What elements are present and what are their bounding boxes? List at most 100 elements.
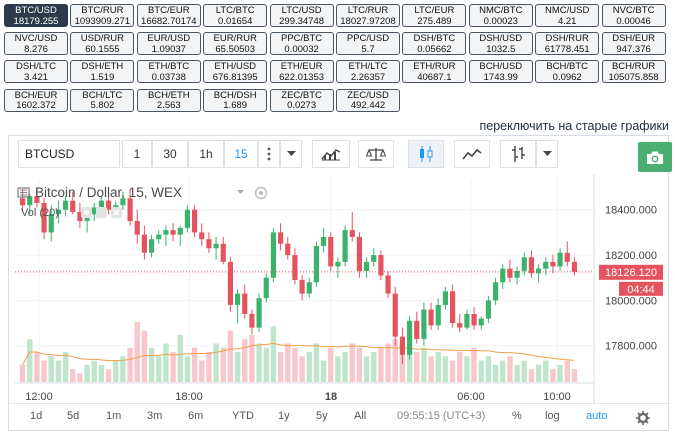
volume-settings-icon[interactable] — [96, 207, 107, 218]
pair-button[interactable]: LTC/EUR 275.489 — [402, 4, 467, 27]
pair-button[interactable]: DSH/EUR 947.376 — [601, 32, 666, 56]
pair-button[interactable]: ETH/RUR 40687.1 — [402, 60, 467, 84]
volume-bar — [48, 356, 54, 382]
candles-style-button[interactable] — [408, 140, 444, 168]
auto-toggle[interactable]: auto — [586, 410, 607, 422]
price-chart[interactable]: 18400.000 18200.000 18000.000 17800.000 12:… — [9, 174, 670, 404]
bars-style-button[interactable] — [500, 140, 536, 168]
settings-gear-icon[interactable] — [636, 411, 650, 425]
candle — [471, 307, 477, 330]
pair-name: NMC/BTC — [479, 6, 523, 16]
volume-bar — [285, 343, 291, 382]
pair-button[interactable]: ETH/BTC 0.03738 — [136, 60, 201, 84]
pair-button[interactable]: BTC/EUR 16682.70174 — [136, 4, 201, 27]
volume-eye-icon[interactable] — [81, 207, 92, 218]
range-3m[interactable]: 3m — [147, 410, 162, 422]
range-1y[interactable]: 1y — [278, 410, 290, 422]
pair-button[interactable]: LTC/RUR 18027.97208 — [336, 4, 400, 27]
pair-button[interactable]: BTC/RUR 1093909.271 — [70, 4, 135, 27]
interval-15[interactable]: 15 — [224, 140, 258, 168]
pair-button[interactable]: DSH/USD 1032.5 — [468, 32, 533, 56]
interval-dropdown-button[interactable] — [280, 140, 302, 168]
pair-button[interactable]: DSH/BTC 0.05662 — [402, 32, 467, 56]
interval-1h[interactable]: 1h — [188, 140, 224, 168]
log-toggle[interactable]: log — [545, 410, 560, 422]
more-intervals-button[interactable] — [258, 140, 280, 168]
pair-button[interactable]: DSH/RUR 61778.451 — [535, 32, 600, 56]
pair-button[interactable]: USD/RUR 60.1555 — [70, 32, 135, 56]
volume-bar — [213, 343, 219, 382]
indicators-icon — [321, 149, 341, 161]
range-5y[interactable]: 5y — [316, 410, 328, 422]
pair-button[interactable]: ZEC/USD 492.442 — [336, 88, 400, 112]
range-all[interactable]: All — [354, 410, 366, 422]
pair-button[interactable]: BTC/USD 18179.255 — [4, 4, 68, 27]
line-style-button[interactable] — [454, 140, 490, 168]
pair-price: 2.26357 — [350, 72, 386, 83]
volume-bar — [528, 369, 535, 382]
pair-name: NMC/USD — [545, 6, 590, 16]
pair-price: 0.00032 — [284, 44, 319, 55]
pair-button[interactable]: ZEC/BTC 0.0273 — [269, 88, 334, 112]
pair-button[interactable]: LTC/BTC 0.01654 — [203, 4, 268, 27]
volume-bar — [206, 352, 212, 382]
pair-button[interactable]: EUR/USD 1.09037 — [136, 32, 201, 56]
volume-bar — [571, 369, 578, 382]
indicators-button[interactable] — [312, 140, 350, 168]
pair-button[interactable]: NMC/BTC 0.00023 — [468, 4, 533, 27]
pair-button[interactable]: BCH/RUR 105075.858 — [601, 60, 666, 84]
pair-button[interactable]: ETH/USD 676.81395 — [203, 60, 268, 84]
compare-button[interactable] — [358, 140, 394, 168]
legend-dropdown-icon[interactable] — [237, 190, 244, 194]
pair-price: 622.01353 — [279, 72, 325, 83]
interval-30[interactable]: 30 — [152, 140, 188, 168]
range-1d[interactable]: 1d — [30, 410, 42, 422]
pair-name: EUR/RUR — [213, 34, 257, 45]
pair-button[interactable]: ETH/EUR 622.01353 — [269, 60, 334, 84]
volume-bar — [299, 356, 305, 382]
range-6m[interactable]: 6m — [188, 410, 203, 422]
candle — [421, 302, 427, 346]
pair-price: 3.421 — [24, 72, 48, 83]
range-5d[interactable]: 5d — [67, 410, 79, 422]
volume-close-icon[interactable] — [111, 207, 122, 218]
volume-bar — [371, 352, 377, 382]
pair-price: 18027.97208 — [340, 16, 396, 27]
volume-bar — [313, 343, 320, 382]
candle — [213, 236, 219, 260]
pair-button[interactable]: BCH/EUR 1602.372 — [4, 88, 68, 112]
volume-bar — [227, 330, 234, 382]
pair-button[interactable]: ETH/LTC 2.26357 — [336, 60, 400, 84]
chart-area[interactable]: 18400.000 18200.000 18000.000 17800.000 12:… — [9, 174, 670, 432]
pair-button[interactable]: DSH/ETH 1.519 — [70, 60, 135, 84]
pair-button[interactable]: BCH/USD 1743.99 — [468, 60, 533, 84]
interval-1[interactable]: 1 — [122, 140, 152, 168]
time-axis[interactable]: 12:00 18:00 18 06:00 10:00 — [25, 391, 571, 403]
old-charts-link[interactable]: переключить на старые графики — [480, 119, 670, 133]
snapshot-button[interactable] — [638, 142, 672, 172]
pair-button[interactable]: NVC/USD 8.276 — [4, 32, 68, 56]
pair-button[interactable]: PPC/BTC 0.00032 — [269, 32, 334, 56]
pair-price: 8.276 — [24, 44, 48, 55]
svg-text:18126.120: 18126.120 — [605, 267, 657, 279]
volume-bar — [263, 347, 269, 382]
candle — [285, 236, 291, 260]
pair-button[interactable]: LTC/USD 299.34748 — [269, 4, 334, 27]
candle — [543, 257, 549, 276]
symbol-search[interactable]: BTCUSD — [18, 140, 120, 168]
percent-toggle[interactable]: % — [512, 410, 522, 422]
pair-button[interactable]: NVC/BTC 0.00046 — [601, 4, 666, 27]
range-ytd[interactable]: YTD — [232, 410, 254, 422]
volume-bar — [199, 360, 205, 382]
pair-button[interactable]: NMC/USD 4.21 — [535, 4, 600, 27]
style-dropdown-button[interactable] — [536, 140, 558, 168]
volume-bar — [277, 352, 284, 382]
pair-button[interactable]: BCH/ETH 2.563 — [136, 88, 201, 112]
pair-button[interactable]: BCH/LTC 5.802 — [70, 88, 135, 112]
range-1m[interactable]: 1m — [106, 410, 121, 422]
pair-button[interactable]: BCH/DSH 1.689 — [203, 88, 268, 112]
pair-button[interactable]: PPC/USD 5.7 — [336, 32, 400, 56]
pair-button[interactable]: DSH/LTC 3.421 — [4, 60, 68, 84]
pair-button[interactable]: EUR/RUR 65.50503 — [203, 32, 268, 56]
pair-button[interactable]: BCH/BTC 0.0962 — [535, 60, 600, 84]
